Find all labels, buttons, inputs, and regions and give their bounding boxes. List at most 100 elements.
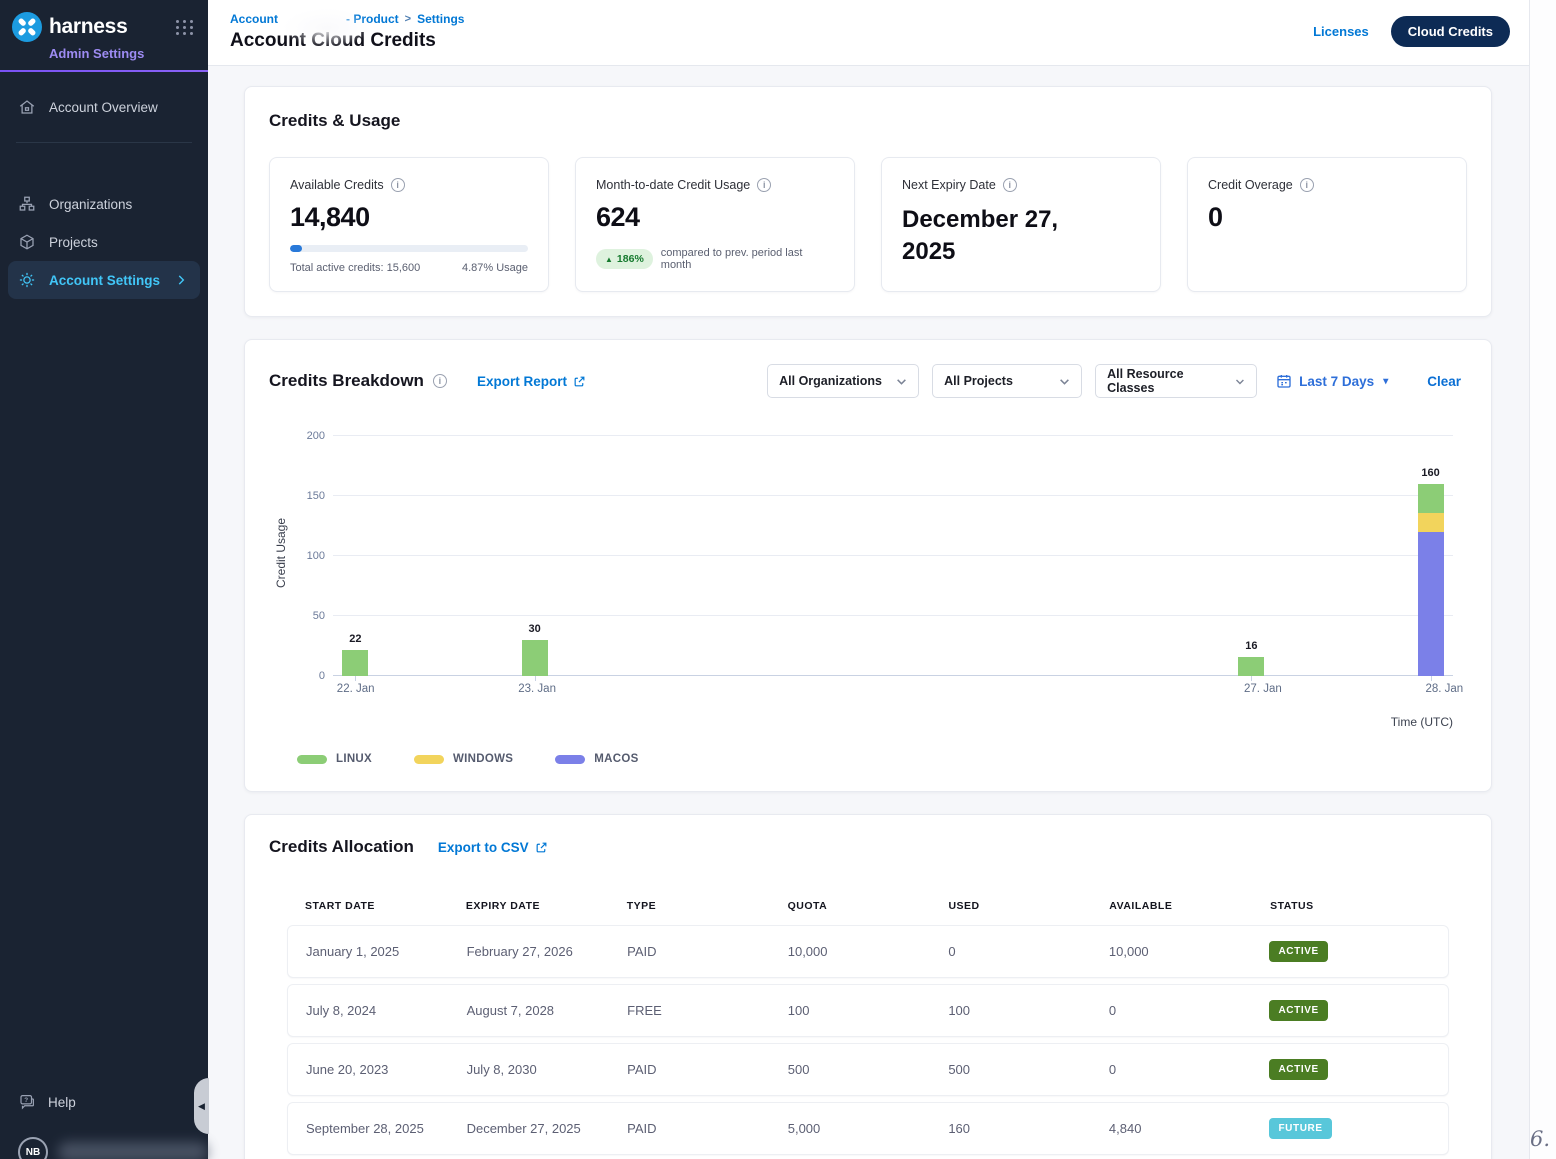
available-credits-value: 14,840 [290, 202, 528, 233]
legend-item-linux[interactable]: LINUX [297, 753, 372, 765]
cell-used: 500 [948, 1062, 1109, 1077]
mtd-usage-value: 624 [596, 202, 834, 233]
licenses-link[interactable]: Licenses [1313, 24, 1369, 39]
organizations-select[interactable]: All Organizations [767, 364, 919, 398]
export-report-link[interactable]: Export Report [477, 374, 586, 389]
avatar[interactable]: NB [18, 1137, 48, 1159]
date-range-picker[interactable]: Last 7 Days ▾ [1276, 373, 1388, 389]
cell-status: ACTIVE [1269, 1000, 1430, 1021]
stacked-bar-27jan: 16 [1238, 657, 1264, 676]
info-icon[interactable]: i [433, 374, 447, 388]
page-header: Account - Product > Settings Account Clo… [208, 0, 1556, 66]
cell-used: 0 [948, 944, 1109, 959]
mtd-usage-card: Month-to-date Credit Usage i 624 ▲186% c… [575, 157, 855, 292]
info-icon[interactable]: i [1300, 178, 1314, 192]
cell-available: 4,840 [1109, 1121, 1270, 1136]
bar-segment-linux [1418, 484, 1444, 513]
cell-type: PAID [627, 1062, 788, 1077]
mtd-usage-label: Month-to-date Credit Usage [596, 178, 750, 192]
legend-swatch [414, 755, 444, 764]
svg-text:?: ? [24, 1097, 28, 1104]
cell-start_date: September 28, 2025 [306, 1121, 467, 1136]
cell-expiry_date: July 8, 2030 [467, 1062, 628, 1077]
gridline [333, 615, 1453, 616]
handwritten-artifact: 6. [1530, 1127, 1550, 1151]
credits-usage-title: Credits & Usage [269, 111, 1467, 131]
breadcrumb-account[interactable]: Account [230, 12, 278, 26]
cell-quota: 5,000 [788, 1121, 949, 1136]
resource-classes-select[interactable]: All Resource Classes [1095, 364, 1257, 398]
gridline [333, 435, 1453, 436]
breadcrumb-product[interactable]: - Product [346, 12, 399, 26]
clear-filters-link[interactable]: Clear [1427, 374, 1461, 389]
org-chart-icon [18, 195, 36, 213]
bar-value-label: 22 [349, 633, 361, 645]
y-tick-label: 50 [313, 610, 325, 622]
bar-segment-linux [1238, 657, 1264, 676]
projects-select[interactable]: All Projects [932, 364, 1082, 398]
external-link-icon [535, 841, 548, 854]
status-badge: ACTIVE [1269, 941, 1327, 962]
column-header: USED [948, 900, 1109, 912]
x-tick-label: 22. Jan [337, 683, 375, 695]
usage-percent: 4.87% Usage [462, 262, 528, 274]
column-header: START DATE [305, 900, 466, 912]
allocation-table-header: START DATEEXPIRY DATETYPEQUOTAUSEDAVAILA… [287, 887, 1449, 925]
sidebar-item-account-overview[interactable]: Account Overview [0, 88, 208, 126]
info-icon[interactable]: i [391, 178, 405, 192]
column-header: QUOTA [788, 900, 949, 912]
sidebar-collapse-handle[interactable]: ◀ [194, 1078, 209, 1134]
main-area: Account - Product > Settings Account Clo… [208, 0, 1556, 1159]
cell-expiry_date: February 27, 2026 [467, 944, 628, 959]
x-tick-label: 23. Jan [518, 683, 556, 695]
apps-grid-icon[interactable] [176, 20, 194, 35]
user-row[interactable]: NB [18, 1137, 208, 1159]
column-header: TYPE [627, 900, 788, 912]
x-axis-title: Time (UTC) [333, 715, 1453, 729]
sidebar-item-projects[interactable]: Projects [0, 223, 208, 261]
legend-item-macos[interactable]: MACOS [555, 753, 638, 765]
bar-segment-windows [1418, 513, 1444, 532]
gridline [333, 495, 1453, 496]
credits-breakdown-title: Credits Breakdown [269, 371, 424, 391]
y-axis-ticks: 050100150200 [295, 436, 333, 676]
legend-item-windows[interactable]: WINDOWS [414, 753, 513, 765]
cell-used: 160 [948, 1121, 1109, 1136]
bar-value-label: 30 [528, 623, 540, 635]
sidebar-item-label: Account Settings [49, 273, 160, 288]
credit-overage-label: Credit Overage [1208, 178, 1293, 192]
harness-logo-icon [12, 12, 42, 42]
help-button[interactable]: ? Help [18, 1093, 208, 1111]
cloud-credits-button[interactable]: Cloud Credits [1391, 16, 1510, 47]
calendar-icon [1276, 373, 1292, 389]
breadcrumb-separator: > [405, 13, 411, 25]
export-csv-link[interactable]: Export to CSV [438, 840, 548, 855]
scrollbar-gutter[interactable] [1529, 0, 1556, 1159]
help-label: Help [48, 1095, 76, 1110]
credits-progress-bar [290, 245, 528, 252]
status-badge: FUTURE [1269, 1118, 1331, 1139]
chevron-down-icon [1059, 376, 1070, 387]
breadcrumb-settings[interactable]: Settings [417, 12, 464, 26]
allocation-table-body: January 1, 2025February 27, 2026 PAID 10,0… [287, 925, 1449, 1155]
module-subtitle: Admin Settings [49, 46, 194, 61]
credits-progress-fill [290, 245, 302, 252]
credits-breakdown-panel: Credits Breakdown i Export Report All Or… [244, 339, 1492, 792]
cell-start_date: June 20, 2023 [306, 1062, 467, 1077]
trend-caption: compared to prev. period last month [661, 247, 834, 271]
gridline [333, 675, 1453, 676]
credit-overage-card: Credit Overage i 0 [1187, 157, 1467, 292]
cell-available: 0 [1109, 1062, 1270, 1077]
cell-status: ACTIVE [1269, 1059, 1430, 1080]
cell-quota: 500 [788, 1062, 949, 1077]
info-icon[interactable]: i [1003, 178, 1017, 192]
sidebar-item-organizations[interactable]: Organizations [0, 185, 208, 223]
cell-quota: 10,000 [788, 944, 949, 959]
home-icon [18, 98, 36, 116]
x-tick-label: 28. Jan [1425, 683, 1463, 695]
info-icon[interactable]: i [757, 178, 771, 192]
cell-start_date: January 1, 2025 [306, 944, 467, 959]
sidebar-item-label: Account Overview [49, 100, 158, 115]
credits-usage-panel: Credits & Usage Available Credits i 14,8… [244, 86, 1492, 317]
sidebar-item-account-settings[interactable]: Account Settings [8, 261, 200, 299]
